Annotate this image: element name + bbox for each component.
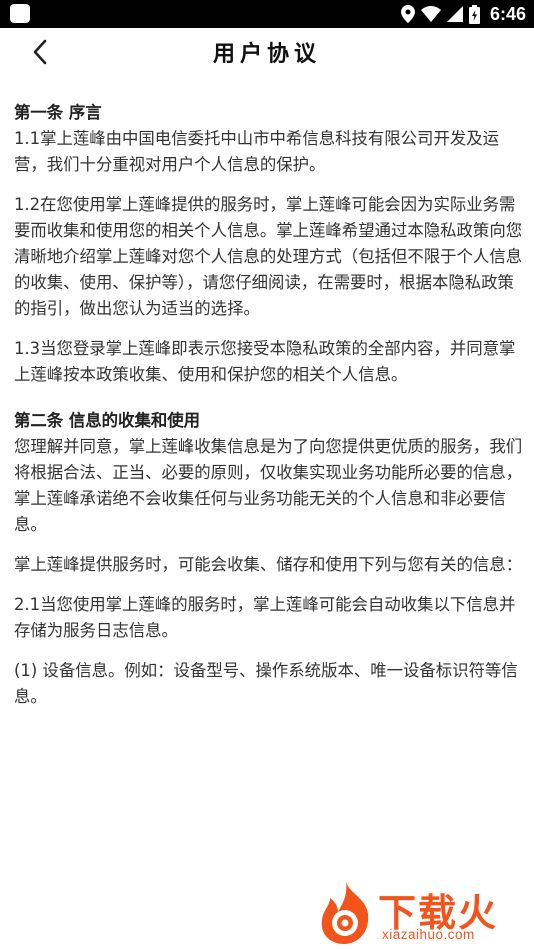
section-2-heading: 第二条 信息的收集和使用 [14,411,201,430]
paragraph-2-list-intro: 掌上莲峰提供服务时，可能会收集、储存和使用下列与您有关的信息： [14,555,523,574]
watermark-domain: xiazaihuo.com [382,927,475,942]
flame-logo-icon [316,880,378,950]
status-bar: 6:46 [0,0,534,28]
agreement-content[interactable]: 第一条 序言 1.1掌上莲峰由中国电信委托中山市中希信息科技有限公司开发及运营，… [14,100,524,825]
paragraph-2-1: 2.1当您使用掌上莲峰的服务时，掌上莲峰可能会自动收集以下信息并存储为服务日志信… [14,595,516,640]
app-icon [10,4,30,23]
paragraph-1-2: 1.2在您使用掌上莲峰提供的服务时，掌上莲峰可能会因为实际业务需要而收集和使用您… [14,195,523,318]
wifi-icon [420,6,441,22]
watermark: 下载火 xiazaihuo.com [316,880,534,950]
paragraph-2-intro: 您理解并同意，掌上莲峰收集信息是为了向您提供更优质的服务，我们将根据合法、正当、… [14,437,523,534]
status-time: 6:46 [489,3,526,24]
location-icon [400,5,415,23]
paragraph-1-1: 1.1掌上莲峰由中国电信委托中山市中希信息科技有限公司开发及运营，我们十分重视对… [14,129,500,174]
battery-icon [468,4,480,24]
paragraph-1-3: 1.3当您登录掌上莲峰即表示您接受本隐私政策的全部内容，并同意掌上莲峰按本政策收… [14,339,516,384]
app-header: 用户协议 [0,28,534,78]
page-title: 用户协议 [212,42,321,67]
signal-icon [446,6,463,22]
paragraph-2-1-1: (1) 设备信息。例如：设备型号、操作系统版本、唯一设备标识符等信息。 [14,661,518,706]
section-1-heading: 第一条 序言 [14,103,102,122]
